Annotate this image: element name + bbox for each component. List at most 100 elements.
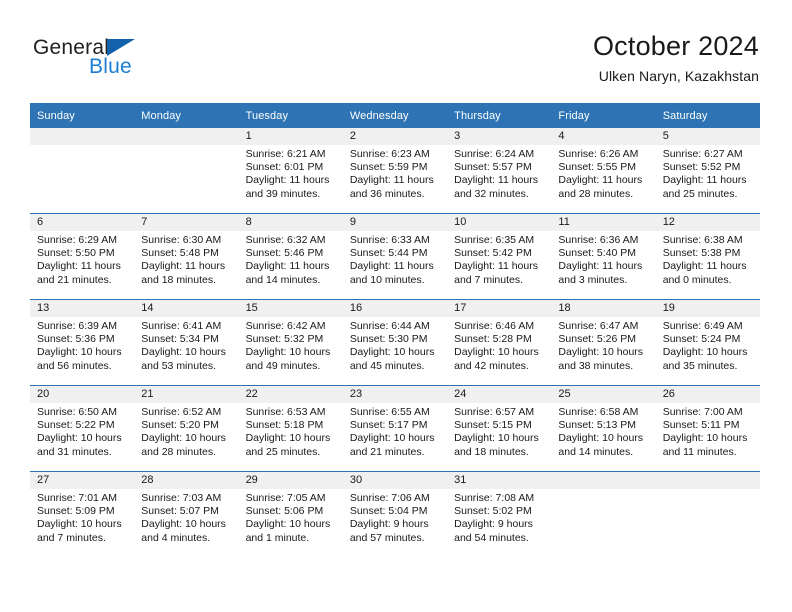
sunset-text: Sunset: 5:22 PM bbox=[37, 419, 115, 432]
day-number-band: 19 bbox=[655, 300, 760, 317]
calendar-day-cell[interactable]: 25 Sunrise: 6:58 AM Sunset: 5:13 PM Dayligh… bbox=[551, 385, 656, 472]
day-number: 23 bbox=[349, 388, 363, 400]
day-detail-list: Sunrise: 6:29 AM Sunset: 5:50 PM Daylight:… bbox=[30, 231, 134, 299]
calendar-day-cell[interactable]: 11 Sunrise: 6:36 AM Sunset: 5:40 PM Dayligh… bbox=[551, 213, 656, 300]
daylight-text-cont: and 28 minutes. bbox=[558, 187, 634, 200]
calendar-day-cell[interactable]: 31 Sunrise: 7:08 AM Sunset: 5:02 PM Dayligh… bbox=[447, 471, 552, 557]
calendar-day-cell[interactable]: 4 Sunrise: 6:26 AM Sunset: 5:55 PM Daylight… bbox=[551, 128, 656, 214]
day-number-band: 31 bbox=[447, 472, 552, 489]
day-number: 4 bbox=[558, 130, 565, 142]
calendar-day-cell[interactable]: 8 Sunrise: 6:32 AM Sunset: 5:46 PM Daylight… bbox=[238, 213, 343, 300]
day-detail-list: Sunrise: 6:21 AM Sunset: 6:01 PM Daylight:… bbox=[239, 145, 343, 213]
calendar-day-cell[interactable]: 19 Sunrise: 6:49 AM Sunset: 5:24 PM Dayligh… bbox=[655, 299, 760, 386]
day-number: 11 bbox=[558, 216, 570, 228]
title-block: October 2024 Ulken Naryn, Kazakhstan bbox=[593, 30, 759, 86]
day-detail-list: Sunrise: 6:46 AM Sunset: 5:28 PM Daylight:… bbox=[447, 317, 551, 385]
calendar-day-cell[interactable]: 20 Sunrise: 6:50 AM Sunset: 5:22 PM Dayligh… bbox=[30, 385, 135, 472]
day-number: 9 bbox=[349, 216, 356, 228]
sunset-text: Sunset: 5:18 PM bbox=[245, 419, 324, 432]
weekday-header-friday: Friday bbox=[551, 103, 656, 128]
calendar-week-row: 6 Sunrise: 6:29 AM Sunset: 5:50 PM Daylight… bbox=[30, 213, 760, 300]
calendar-day-cell-empty bbox=[655, 471, 760, 557]
weekday-header-saturday: Saturday bbox=[655, 103, 760, 128]
day-detail-list: Sunrise: 6:49 AM Sunset: 5:24 PM Daylight:… bbox=[656, 317, 760, 385]
calendar-day-cell[interactable]: 24 Sunrise: 6:57 AM Sunset: 5:15 PM Dayligh… bbox=[447, 385, 552, 472]
day-number-band: 27 bbox=[30, 472, 135, 489]
day-number-band: 15 bbox=[238, 300, 343, 317]
calendar-day-cell[interactable]: 21 Sunrise: 6:52 AM Sunset: 5:20 PM Dayligh… bbox=[134, 385, 239, 472]
calendar-day-cell[interactable]: 9 Sunrise: 6:33 AM Sunset: 5:44 PM Daylight… bbox=[342, 213, 448, 300]
calendar-day-cell[interactable]: 10 Sunrise: 6:35 AM Sunset: 5:42 PM Dayligh… bbox=[447, 213, 552, 300]
page-header: General Blue October 2024 Ulken Naryn, K… bbox=[0, 0, 792, 96]
calendar-day-cell[interactable]: 12 Sunrise: 6:38 AM Sunset: 5:38 PM Dayligh… bbox=[655, 213, 760, 300]
day-detail-list: Sunrise: 6:50 AM Sunset: 5:22 PM Daylight:… bbox=[30, 403, 134, 471]
sunset-text: Sunset: 5:32 PM bbox=[245, 333, 324, 346]
calendar-day-cell[interactable]: 1 Sunrise: 6:21 AM Sunset: 6:01 PM Daylight… bbox=[238, 128, 343, 214]
day-number-band: 7 bbox=[134, 214, 239, 231]
calendar-day-cell[interactable]: 5 Sunrise: 6:27 AM Sunset: 5:52 PM Daylight… bbox=[655, 128, 760, 214]
daylight-text-cont: and 4 minutes. bbox=[141, 531, 211, 544]
calendar-day-cell[interactable]: 26 Sunrise: 7:00 AM Sunset: 5:11 PM Dayligh… bbox=[655, 385, 760, 472]
day-number-band: 6 bbox=[30, 214, 135, 231]
calendar-day-cell[interactable]: 18 Sunrise: 6:47 AM Sunset: 5:26 PM Dayligh… bbox=[551, 299, 656, 386]
day-number-band: 26 bbox=[655, 386, 760, 403]
daylight-text-cont: and 10 minutes. bbox=[349, 273, 425, 286]
day-number: 18 bbox=[558, 302, 571, 314]
calendar-day-cell[interactable]: 27 Sunrise: 7:01 AM Sunset: 5:09 PM Dayligh… bbox=[30, 471, 135, 557]
daylight-text: Daylight: 10 hours bbox=[662, 432, 748, 445]
calendar-day-cell[interactable]: 15 Sunrise: 6:42 AM Sunset: 5:32 PM Dayligh… bbox=[238, 299, 343, 386]
sunrise-text: Sunrise: 6:57 AM bbox=[454, 406, 535, 418]
calendar-day-cell[interactable]: 6 Sunrise: 6:29 AM Sunset: 5:50 PM Daylight… bbox=[30, 213, 135, 300]
sunrise-text: Sunrise: 7:01 AM bbox=[37, 492, 117, 504]
calendar-day-cell[interactable]: 23 Sunrise: 6:55 AM Sunset: 5:17 PM Dayligh… bbox=[342, 385, 448, 472]
day-detail-list: Sunrise: 6:42 AM Sunset: 5:32 PM Daylight:… bbox=[239, 317, 343, 385]
day-detail-list bbox=[134, 145, 238, 213]
day-detail-list bbox=[30, 145, 134, 213]
sunrise-text: Sunrise: 6:27 AM bbox=[662, 148, 743, 160]
sunset-text: Sunset: 5:38 PM bbox=[662, 247, 741, 260]
weekday-header-thursday: Thursday bbox=[447, 103, 552, 128]
sunset-text: Sunset: 5:40 PM bbox=[558, 247, 637, 260]
general-blue-logo[interactable]: General Blue bbox=[33, 36, 213, 82]
sunset-text: Sunset: 5:07 PM bbox=[141, 505, 219, 518]
day-number-band: 25 bbox=[551, 386, 656, 403]
calendar-day-cell[interactable]: 28 Sunrise: 7:03 AM Sunset: 5:07 PM Dayligh… bbox=[134, 471, 239, 557]
calendar-day-cell[interactable]: 30 Sunrise: 7:06 AM Sunset: 5:04 PM Dayligh… bbox=[342, 471, 448, 557]
sunset-text: Sunset: 5:50 PM bbox=[37, 247, 115, 260]
calendar-day-cell[interactable]: 14 Sunrise: 6:41 AM Sunset: 5:34 PM Dayligh… bbox=[134, 299, 239, 386]
weekday-header-sunday: Sunday bbox=[30, 103, 135, 128]
daylight-text: Daylight: 10 hours bbox=[454, 432, 539, 445]
sunrise-text: Sunrise: 6:23 AM bbox=[349, 148, 430, 160]
sunrise-text: Sunrise: 7:06 AM bbox=[349, 492, 430, 504]
daylight-text: Daylight: 11 hours bbox=[37, 260, 121, 273]
calendar-week-row: 13 Sunrise: 6:39 AM Sunset: 5:36 PM Dayligh… bbox=[30, 299, 760, 386]
daylight-text-cont: and 56 minutes. bbox=[37, 359, 112, 372]
sunset-text: Sunset: 5:28 PM bbox=[454, 333, 532, 346]
calendar-day-cell[interactable]: 16 Sunrise: 6:44 AM Sunset: 5:30 PM Dayligh… bbox=[342, 299, 448, 386]
sunrise-text: Sunrise: 7:08 AM bbox=[454, 492, 535, 504]
day-number-band: 30 bbox=[342, 472, 448, 489]
page-subtitle: Ulken Naryn, Kazakhstan bbox=[598, 68, 759, 84]
day-number: 31 bbox=[454, 474, 467, 486]
daylight-text: Daylight: 11 hours bbox=[454, 174, 538, 187]
sunset-text: Sunset: 5:30 PM bbox=[349, 333, 428, 346]
daylight-text: Daylight: 11 hours bbox=[349, 174, 434, 187]
daylight-text: Daylight: 10 hours bbox=[662, 346, 748, 359]
calendar-day-cell[interactable]: 2 Sunrise: 6:23 AM Sunset: 5:59 PM Daylight… bbox=[342, 128, 448, 214]
calendar-day-cell[interactable]: 3 Sunrise: 6:24 AM Sunset: 5:57 PM Daylight… bbox=[447, 128, 552, 214]
calendar-day-cell[interactable]: 13 Sunrise: 6:39 AM Sunset: 5:36 PM Dayligh… bbox=[30, 299, 135, 386]
sunrise-text: Sunrise: 6:58 AM bbox=[558, 406, 639, 418]
sunset-text: Sunset: 5:09 PM bbox=[37, 505, 115, 518]
calendar-day-cell[interactable]: 22 Sunrise: 6:53 AM Sunset: 5:18 PM Dayligh… bbox=[238, 385, 343, 472]
calendar-day-cell[interactable]: 17 Sunrise: 6:46 AM Sunset: 5:28 PM Dayligh… bbox=[447, 299, 552, 386]
sunrise-text: Sunrise: 6:32 AM bbox=[245, 234, 326, 246]
calendar-day-cell[interactable]: 29 Sunrise: 7:05 AM Sunset: 5:06 PM Dayligh… bbox=[238, 471, 343, 557]
day-number: 13 bbox=[37, 302, 50, 314]
sunrise-text: Sunrise: 6:30 AM bbox=[141, 234, 222, 246]
day-detail-list: Sunrise: 6:55 AM Sunset: 5:17 PM Daylight:… bbox=[343, 403, 447, 471]
daylight-text-cont: and 7 minutes. bbox=[37, 531, 106, 544]
calendar-day-cell[interactable]: 7 Sunrise: 6:30 AM Sunset: 5:48 PM Daylight… bbox=[134, 213, 239, 300]
day-number-band: 24 bbox=[447, 386, 552, 403]
day-number-band: 9 bbox=[342, 214, 448, 231]
daylight-text: Daylight: 10 hours bbox=[37, 346, 122, 359]
